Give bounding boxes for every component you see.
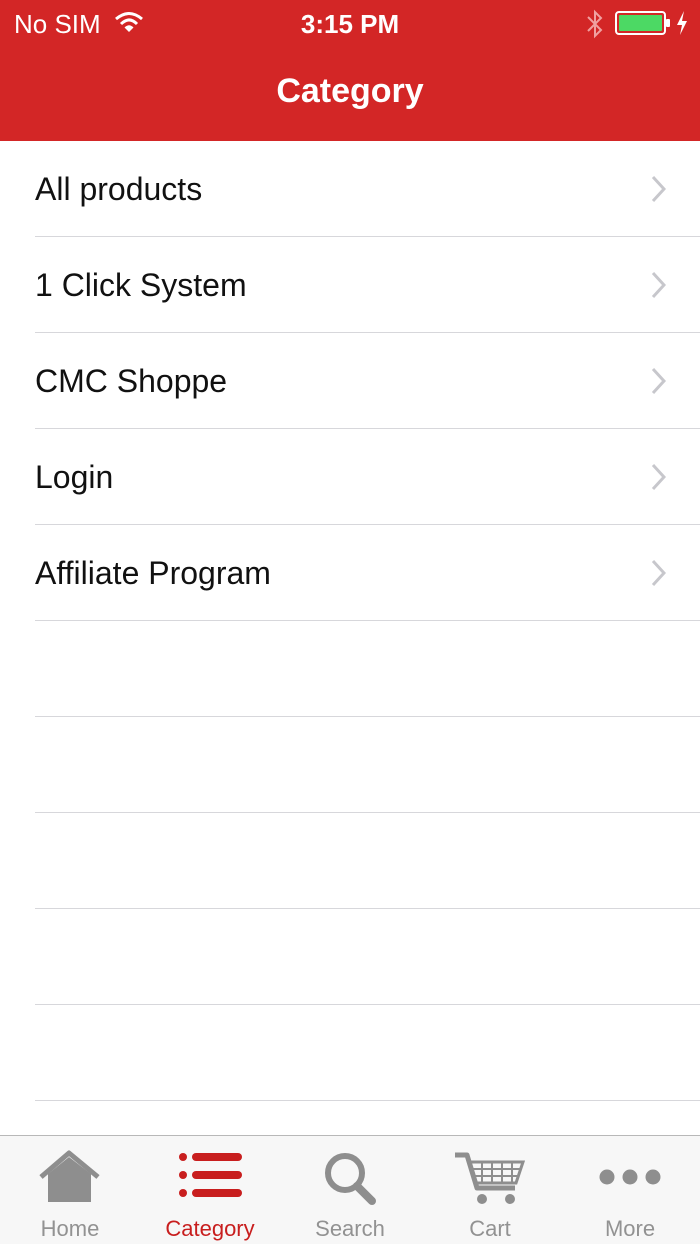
- list-item-cmc-shoppe[interactable]: CMC Shoppe: [35, 333, 700, 429]
- tab-label: Cart: [469, 1216, 511, 1241]
- tab-home[interactable]: Home: [0, 1136, 140, 1244]
- page-title: Category: [276, 72, 424, 110]
- empty-row-separator: [35, 621, 700, 717]
- tab-category[interactable]: Category: [140, 1136, 280, 1244]
- bluetooth-icon: [587, 9, 603, 39]
- chevron-right-icon: [651, 367, 666, 395]
- tab-bar: Home Category Search Cart More: [0, 1135, 700, 1244]
- list-item-login[interactable]: Login: [35, 429, 700, 525]
- battery-icon: [615, 11, 670, 35]
- list-icon: [179, 1153, 242, 1197]
- tab-label: Category: [165, 1216, 255, 1241]
- chevron-right-icon: [651, 559, 666, 587]
- list-item-label: 1 Click System: [35, 267, 247, 303]
- chevron-right-icon: [651, 175, 666, 203]
- tab-cart[interactable]: Cart: [420, 1136, 560, 1244]
- empty-row-separator: [35, 813, 700, 909]
- charging-icon: [677, 11, 687, 35]
- chevron-right-icon: [651, 463, 666, 491]
- tab-search[interactable]: Search: [280, 1136, 420, 1244]
- list-item-label: Affiliate Program: [35, 555, 271, 591]
- list-item-label: All products: [35, 171, 203, 207]
- search-icon: [325, 1153, 376, 1205]
- list-item-1-click-system[interactable]: 1 Click System: [35, 237, 700, 333]
- tab-label: More: [604, 1216, 656, 1241]
- home-icon: [39, 1150, 100, 1202]
- list-item-affiliate-program[interactable]: Affiliate Program: [35, 525, 700, 621]
- list-item-label: CMC Shoppe: [35, 363, 228, 399]
- tab-label: Home: [40, 1216, 100, 1241]
- empty-row-separator: [35, 717, 700, 813]
- more-icon: [599, 1169, 661, 1185]
- status-bar: No SIM 3:15 PM: [0, 0, 700, 48]
- list-item-all-products[interactable]: All products: [35, 141, 700, 237]
- chevron-right-icon: [651, 271, 666, 299]
- navigation-header: No SIM 3:15 PM Category: [0, 0, 700, 141]
- category-list: All products 1 Click System CMC Shoppe L…: [0, 141, 700, 1101]
- list-item-label: Login: [35, 459, 114, 495]
- empty-row-separator: [35, 1005, 700, 1101]
- empty-row-separator: [35, 909, 700, 1005]
- cart-icon: [455, 1152, 525, 1204]
- tab-label: Search: [315, 1216, 385, 1241]
- tab-more[interactable]: More: [560, 1136, 700, 1244]
